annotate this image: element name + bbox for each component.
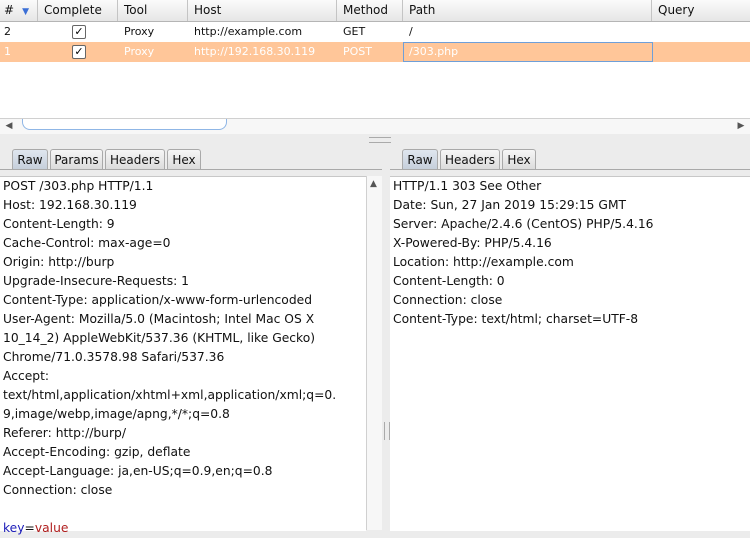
response-editor[interactable]: HTTP/1.1 303 See Other Date: Sun, 27 Jan… xyxy=(390,176,750,531)
request-line: Cache-Control: max-age=0 xyxy=(3,236,171,250)
row-query xyxy=(652,22,750,42)
param-equals: = xyxy=(24,521,35,535)
request-line: POST /303.php HTTP/1.1 xyxy=(3,179,154,193)
response-line: Location: http://example.com xyxy=(393,255,574,269)
table-row[interactable]: 2 ✓ Proxy http://example.com GET / xyxy=(0,22,750,42)
row-method: POST xyxy=(343,45,372,58)
vertical-splitter[interactable] xyxy=(382,146,390,530)
scroll-left-icon[interactable]: ◀ xyxy=(2,119,16,133)
request-line: User-Agent: Mozilla/5.0 (Macintosh; Inte… xyxy=(3,312,315,326)
row-path[interactable]: /303.php xyxy=(403,42,653,62)
scroll-up-icon[interactable]: ▲ xyxy=(370,179,377,189)
row-number: 1 xyxy=(4,45,11,58)
vertical-scrollbar[interactable]: ▲ xyxy=(366,176,382,530)
request-editor[interactable]: POST /303.php HTTP/1.1 Host: 192.168.30.… xyxy=(0,176,366,535)
response-line: Content-Type: text/html; charset=UTF-8 xyxy=(393,312,639,326)
request-line: Accept: xyxy=(3,369,50,383)
row-number: 2 xyxy=(4,25,11,38)
request-line: Origin: http://burp xyxy=(3,255,115,269)
tab-raw[interactable]: Raw xyxy=(402,149,438,169)
column-header-method[interactable]: Method xyxy=(337,0,403,21)
param-key: key xyxy=(3,521,25,535)
response-line: HTTP/1.1 303 See Other xyxy=(393,179,542,193)
table-header: # ▼ Complete Tool Host Method Path Query xyxy=(0,0,750,22)
column-header-path[interactable]: Path xyxy=(403,0,652,21)
complete-checkbox[interactable]: ✓ xyxy=(72,45,86,59)
request-line: Content-Type: application/x-www-form-url… xyxy=(3,293,313,307)
row-path: / xyxy=(409,25,413,38)
response-line: Connection: close xyxy=(393,293,503,307)
tab-raw[interactable]: Raw xyxy=(12,149,48,169)
request-line: Accept-Encoding: gzip, deflate xyxy=(3,445,191,459)
horizontal-splitter[interactable] xyxy=(0,134,750,144)
row-host: http://example.com xyxy=(194,25,303,38)
row-tool: Proxy xyxy=(124,45,155,58)
request-line: 9,image/webp,image/apng,*/*;q=0.8 xyxy=(3,407,230,421)
request-line: 10_14_2) AppleWebKit/537.36 (KHTML, like… xyxy=(3,331,316,345)
response-line: Date: Sun, 27 Jan 2019 15:29:15 GMT xyxy=(393,198,627,212)
column-header-host[interactable]: Host xyxy=(188,0,337,21)
request-line: Connection: close xyxy=(3,483,113,497)
request-line: Upgrade-Insecure-Requests: 1 xyxy=(3,274,189,288)
request-line: Referer: http://burp/ xyxy=(3,426,126,440)
request-line: Content-Length: 9 xyxy=(3,217,115,231)
horizontal-scrollbar[interactable]: ◀ ▶ xyxy=(0,118,750,134)
splitter-grip-icon[interactable] xyxy=(369,137,391,143)
row-host: http://192.168.30.119 xyxy=(194,45,316,58)
tab-hex[interactable]: Hex xyxy=(502,149,536,169)
row-query xyxy=(653,42,750,62)
request-body: key=value xyxy=(0,519,366,538)
response-line: X-Powered-By: PHP/5.4.16 xyxy=(393,236,552,250)
tab-headers[interactable]: Headers xyxy=(440,149,500,169)
scroll-right-icon[interactable]: ▶ xyxy=(734,119,748,133)
response-pane: Raw Headers Hex HTTP/1.1 303 See Other D… xyxy=(390,146,750,531)
param-value: value xyxy=(34,521,69,535)
scrollbar-thumb[interactable] xyxy=(22,119,227,130)
table-row-selected[interactable]: 1 ✓ Proxy http://192.168.30.119 POST /30… xyxy=(0,42,750,62)
column-header-complete[interactable]: Complete xyxy=(38,0,118,21)
column-header-tool[interactable]: Tool xyxy=(118,0,188,21)
column-header-number[interactable]: # ▼ xyxy=(0,0,38,21)
request-line: Chrome/71.0.3578.98 Safari/537.36 xyxy=(3,350,225,364)
column-header-query[interactable]: Query xyxy=(652,0,750,21)
tab-hex[interactable]: Hex xyxy=(167,149,201,169)
request-pane: Raw Params Headers Hex POST /303.php HTT… xyxy=(0,146,382,535)
complete-checkbox[interactable]: ✓ xyxy=(72,25,86,39)
request-line: Accept-Language: ja,en-US;q=0.9,en;q=0.8 xyxy=(3,464,273,478)
sort-descending-icon[interactable]: ▼ xyxy=(22,7,29,17)
history-table: # ▼ Complete Tool Host Method Path Query … xyxy=(0,0,750,134)
row-method: GET xyxy=(343,25,366,38)
request-tabs: Raw Params Headers Hex xyxy=(0,146,382,172)
response-line: Content-Length: 0 xyxy=(393,274,505,288)
request-line: Host: 192.168.30.119 xyxy=(3,198,137,212)
tab-params[interactable]: Params xyxy=(50,149,103,169)
request-line: text/html,application/xhtml+xml,applicat… xyxy=(3,388,337,402)
row-tool: Proxy xyxy=(124,25,155,38)
response-tabs: Raw Headers Hex xyxy=(390,146,750,172)
response-line: Server: Apache/2.4.6 (CentOS) PHP/5.4.16 xyxy=(393,217,654,231)
tab-headers[interactable]: Headers xyxy=(105,149,165,169)
